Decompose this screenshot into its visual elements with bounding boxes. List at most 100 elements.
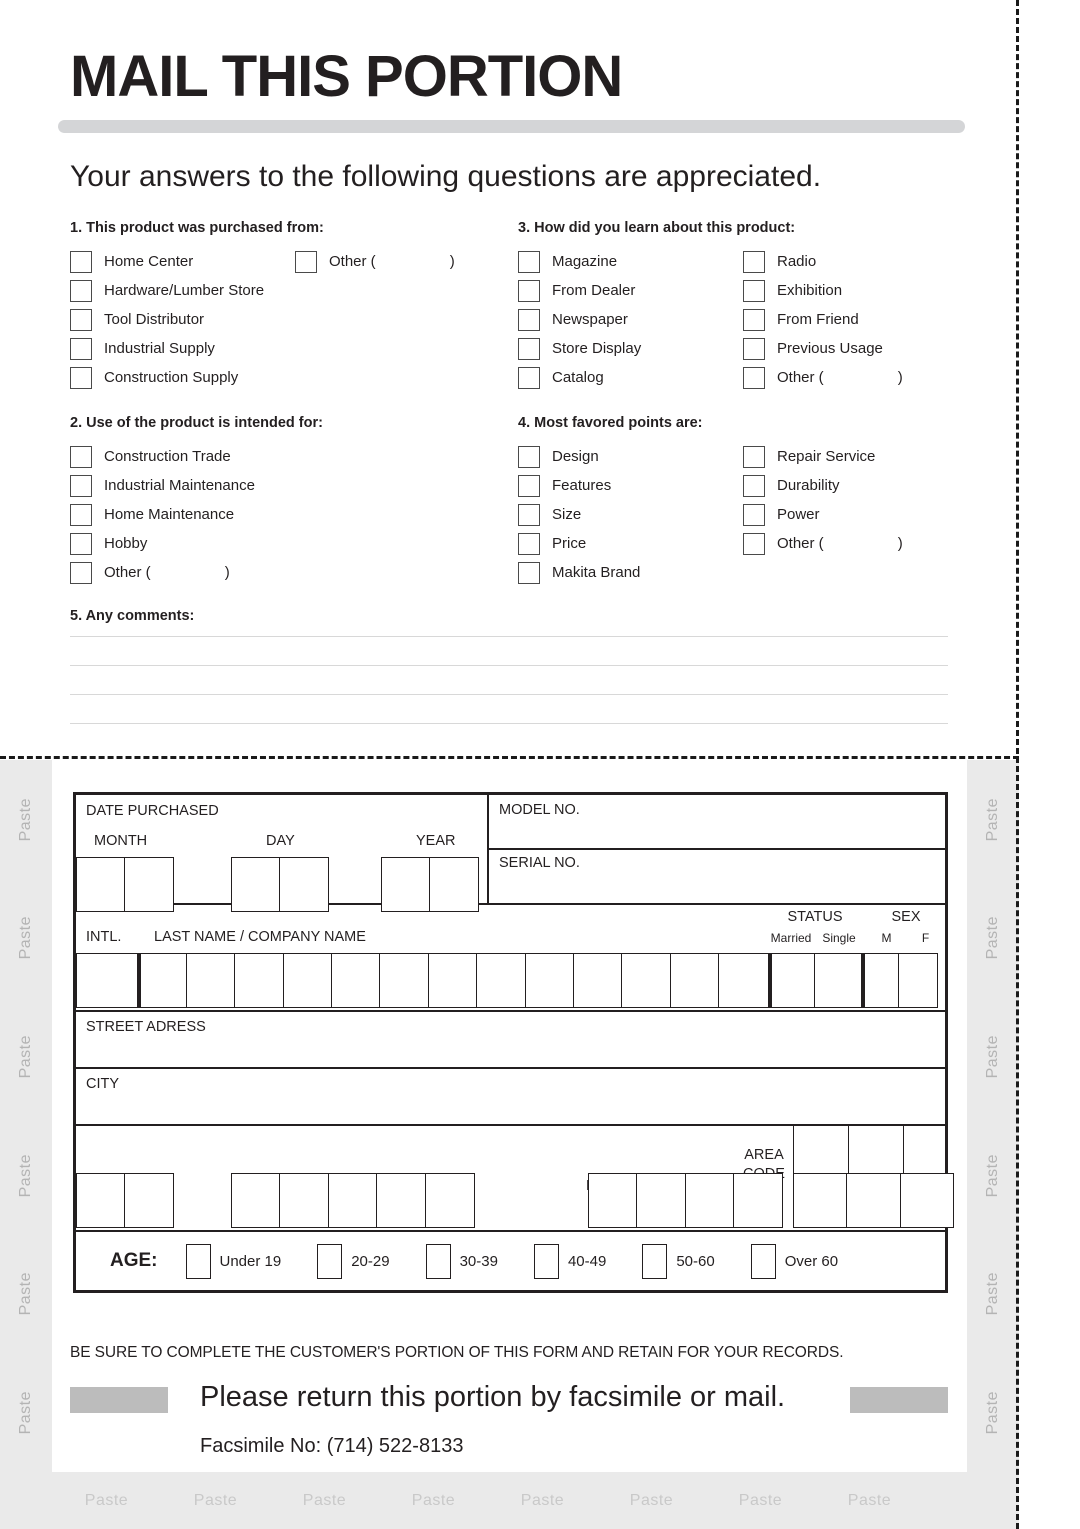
age-option-40-49[interactable]: 40-49	[533, 1243, 606, 1279]
checkbox-icon[interactable]	[70, 279, 92, 302]
input-cell[interactable]	[846, 1173, 902, 1228]
checkbox-icon[interactable]	[743, 250, 765, 273]
male-checkbox-cell[interactable]	[860, 953, 900, 1008]
input-cell[interactable]	[231, 857, 281, 912]
comment-line[interactable]	[70, 636, 948, 637]
area-code-input-cells[interactable]	[793, 1173, 954, 1228]
option-industrial-supply[interactable]: Industrial Supply	[70, 334, 295, 363]
option-repair-service[interactable]: Repair Service	[743, 442, 903, 471]
age-option-50-60[interactable]: 50-60	[642, 1243, 715, 1279]
input-cell[interactable]	[381, 857, 431, 912]
input-cell[interactable]	[379, 953, 430, 1008]
option-previous-usage[interactable]: Previous Usage	[743, 334, 903, 363]
option-other[interactable]: Other ()	[295, 247, 455, 276]
checkbox-icon[interactable]	[185, 1243, 211, 1279]
option-other[interactable]: Other ()	[743, 363, 903, 392]
age-option-over-60[interactable]: Over 60	[750, 1243, 838, 1279]
input-cell[interactable]	[524, 953, 575, 1008]
input-cell[interactable]	[231, 1173, 281, 1228]
option-features[interactable]: Features	[518, 471, 743, 500]
input-cell[interactable]	[279, 1173, 330, 1228]
street-address-row[interactable]: STREET ADRESS	[76, 1012, 945, 1069]
zip-input-cells[interactable]	[231, 1173, 475, 1228]
input-cell[interactable]	[427, 953, 478, 1008]
checkbox-icon[interactable]	[518, 503, 540, 526]
option-hobby[interactable]: Hobby	[70, 529, 295, 558]
checkbox-icon[interactable]	[317, 1243, 343, 1279]
option-from-friend[interactable]: From Friend	[743, 305, 903, 334]
phone-input-cells[interactable]	[588, 1173, 784, 1228]
option-other[interactable]: Other ()	[743, 529, 903, 558]
option-construction-trade[interactable]: Construction Trade	[70, 442, 295, 471]
input-cell[interactable]	[124, 857, 175, 912]
input-cell[interactable]	[279, 857, 330, 912]
checkbox-icon[interactable]	[70, 337, 92, 360]
option-power[interactable]: Power	[743, 500, 903, 529]
input-cell[interactable]	[331, 953, 382, 1008]
checkbox-icon[interactable]	[533, 1243, 559, 1279]
option-size[interactable]: Size	[518, 500, 743, 529]
input-cell[interactable]	[669, 953, 720, 1008]
age-option-under-19[interactable]: Under 19	[185, 1243, 281, 1279]
checkbox-icon[interactable]	[70, 366, 92, 389]
checkbox-icon[interactable]	[743, 279, 765, 302]
year-input-cells[interactable]	[381, 857, 480, 912]
input-cell[interactable]	[327, 1173, 378, 1228]
comment-line[interactable]	[70, 694, 948, 695]
married-checkbox-cell[interactable]	[767, 953, 816, 1008]
option-newspaper[interactable]: Newspaper	[518, 305, 743, 334]
age-option-20-29[interactable]: 20-29	[317, 1243, 390, 1279]
single-checkbox-cell[interactable]	[814, 953, 863, 1008]
checkbox-icon[interactable]	[518, 279, 540, 302]
option-exhibition[interactable]: Exhibition	[743, 276, 903, 305]
checkbox-icon[interactable]	[70, 532, 92, 555]
comment-line[interactable]	[70, 723, 948, 724]
input-cell[interactable]	[282, 953, 333, 1008]
checkbox-icon[interactable]	[518, 561, 540, 584]
checkbox-icon[interactable]	[70, 445, 92, 468]
checkbox-icon[interactable]	[743, 445, 765, 468]
checkbox-icon[interactable]	[518, 532, 540, 555]
input-cell[interactable]	[621, 953, 672, 1008]
checkbox-icon[interactable]	[70, 474, 92, 497]
option-radio[interactable]: Radio	[743, 247, 903, 276]
checkbox-icon[interactable]	[70, 308, 92, 331]
checkbox-icon[interactable]	[743, 366, 765, 389]
checkbox-icon[interactable]	[642, 1243, 668, 1279]
option-durability[interactable]: Durability	[743, 471, 903, 500]
input-cell[interactable]	[429, 857, 480, 912]
input-cell[interactable]	[76, 1173, 126, 1228]
checkbox-icon[interactable]	[743, 337, 765, 360]
checkbox-icon[interactable]	[70, 561, 92, 584]
checkbox-icon[interactable]	[743, 474, 765, 497]
option-tool-distributor[interactable]: Tool Distributor	[70, 305, 295, 334]
checkbox-icon[interactable]	[518, 308, 540, 331]
comment-line[interactable]	[70, 665, 948, 666]
intl-input-cell[interactable]	[76, 953, 139, 1008]
option-catalog[interactable]: Catalog	[518, 363, 743, 392]
input-cell[interactable]	[588, 1173, 638, 1228]
state-input-cells[interactable]	[76, 1173, 175, 1228]
option-store-display[interactable]: Store Display	[518, 334, 743, 363]
input-cell[interactable]	[899, 1173, 954, 1228]
input-cell[interactable]	[234, 953, 285, 1008]
checkbox-icon[interactable]	[743, 503, 765, 526]
name-input-cells[interactable]	[76, 953, 938, 1008]
option-magazine[interactable]: Magazine	[518, 247, 743, 276]
input-cell[interactable]	[733, 1173, 784, 1228]
checkbox-icon[interactable]	[750, 1243, 776, 1279]
option-design[interactable]: Design	[518, 442, 743, 471]
option-price[interactable]: Price	[518, 529, 743, 558]
input-cell[interactable]	[684, 1173, 735, 1228]
checkbox-icon[interactable]	[518, 250, 540, 273]
input-cell[interactable]	[76, 857, 126, 912]
checkbox-icon[interactable]	[295, 250, 317, 273]
option-home-center[interactable]: Home Center	[70, 247, 295, 276]
checkbox-icon[interactable]	[743, 532, 765, 555]
option-industrial-maintenance[interactable]: Industrial Maintenance	[70, 471, 295, 500]
input-cell[interactable]	[376, 1173, 427, 1228]
option-other[interactable]: Other ()	[70, 558, 295, 587]
option-from-dealer[interactable]: From Dealer	[518, 276, 743, 305]
checkbox-icon[interactable]	[425, 1243, 451, 1279]
input-cell[interactable]	[718, 953, 770, 1008]
